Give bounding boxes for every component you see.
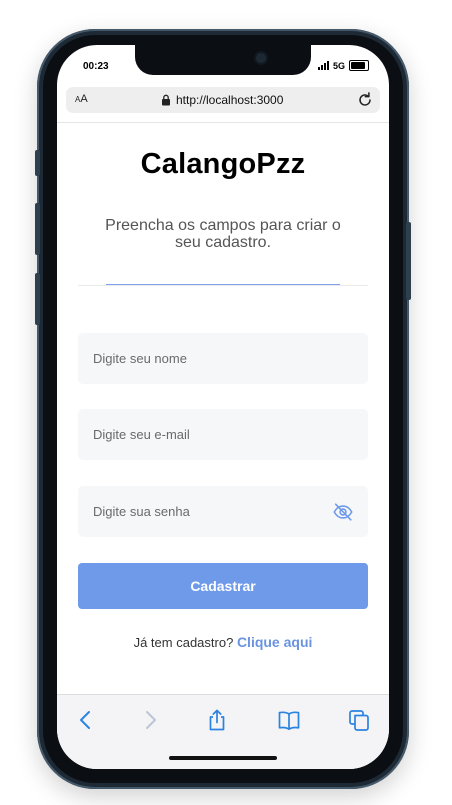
url-display[interactable]: http://localhost:3000 [161, 93, 283, 107]
section-separator [78, 285, 368, 286]
name-field [78, 333, 368, 384]
page-subtitle: Preencha os campos para criar o seu cada… [105, 217, 341, 251]
status-time: 00:23 [83, 61, 109, 72]
email-field [78, 409, 368, 460]
notch [135, 45, 311, 75]
login-link[interactable]: Clique aqui [237, 634, 312, 650]
browser-toolbar [57, 694, 389, 769]
chevron-left-icon[interactable] [74, 709, 98, 731]
password-field [78, 486, 368, 537]
login-prompt-text: Já tem cadastro? [133, 635, 234, 650]
share-icon[interactable] [205, 709, 229, 731]
phone-screen: 00:23 5G AA http://localhost:3000 Calang… [57, 45, 389, 769]
address-bar[interactable]: AA http://localhost:3000 [66, 87, 380, 113]
lock-icon [162, 94, 170, 106]
battery-level [351, 62, 365, 69]
url-text: http://localhost:3000 [176, 93, 284, 107]
phone-volume-down [35, 273, 40, 325]
phone-power-button [406, 222, 411, 300]
status-indicators: 5G [317, 60, 369, 71]
signal-icon [317, 61, 329, 70]
eye-off-icon[interactable] [332, 501, 354, 523]
text-size-large-label: A [80, 93, 88, 105]
camera-icon [256, 53, 266, 63]
phone-volume-up [35, 203, 40, 255]
chevron-right-icon[interactable] [138, 709, 162, 731]
home-indicator[interactable] [169, 756, 277, 760]
login-prompt: Já tem cadastro? Clique aqui [57, 634, 389, 650]
page-title: CalangoPzz [140, 148, 306, 180]
battery-icon [349, 60, 369, 71]
email-input[interactable] [78, 409, 368, 460]
submit-button[interactable]: Cadastrar [78, 563, 368, 609]
network-label: 5G [332, 60, 345, 71]
browser-divider [57, 122, 389, 123]
tabs-icon[interactable] [347, 709, 371, 731]
password-input[interactable] [78, 486, 368, 537]
book-icon[interactable] [277, 709, 301, 731]
name-input[interactable] [78, 333, 368, 384]
reload-icon[interactable] [356, 91, 374, 109]
phone-mute-switch [35, 150, 40, 176]
text-size-button[interactable]: AA [75, 93, 88, 105]
